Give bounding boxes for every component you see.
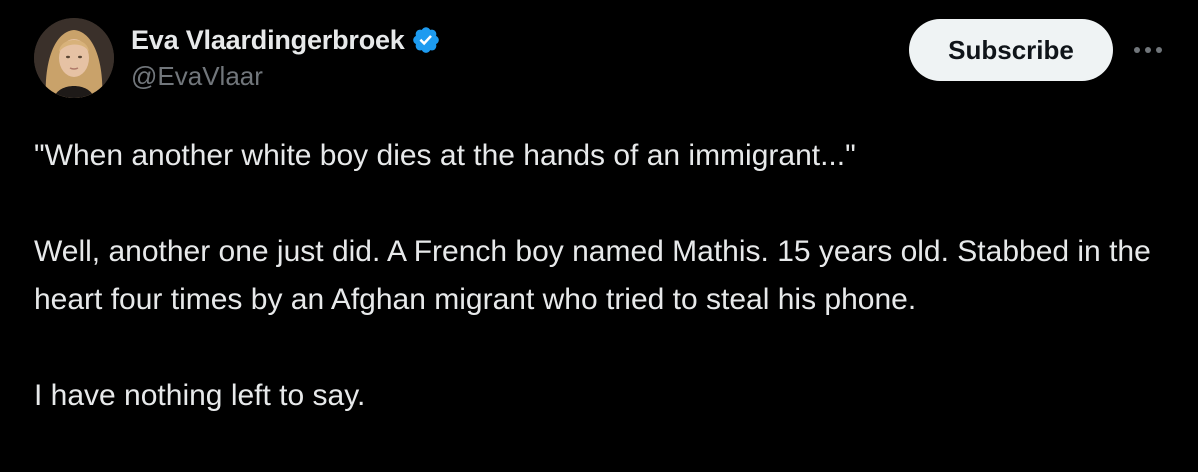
verified-badge-icon[interactable] [411,25,441,55]
avatar-photo [34,18,114,98]
author-handle[interactable]: @EvaVlaar [131,61,263,92]
tweet-card: Eva Vlaardingerbroek @EvaVlaar Subscribe… [0,0,1198,472]
display-name[interactable]: Eva Vlaardingerbroek [131,25,405,56]
author-name-row[interactable]: Eva Vlaardingerbroek [131,22,441,58]
tweet-paragraph: Well, another one just did. A French boy… [34,235,1160,316]
tweet-paragraph: "When another white boy dies at the hand… [34,139,856,172]
subscribe-button[interactable]: Subscribe [909,19,1113,81]
avatar[interactable] [34,18,114,98]
more-options-button[interactable] [1130,32,1166,68]
tweet-paragraph: I have nothing left to say. [34,379,366,412]
more-horizontal-icon [1134,47,1162,53]
tweet-text: "When another white boy dies at the hand… [34,132,1164,420]
